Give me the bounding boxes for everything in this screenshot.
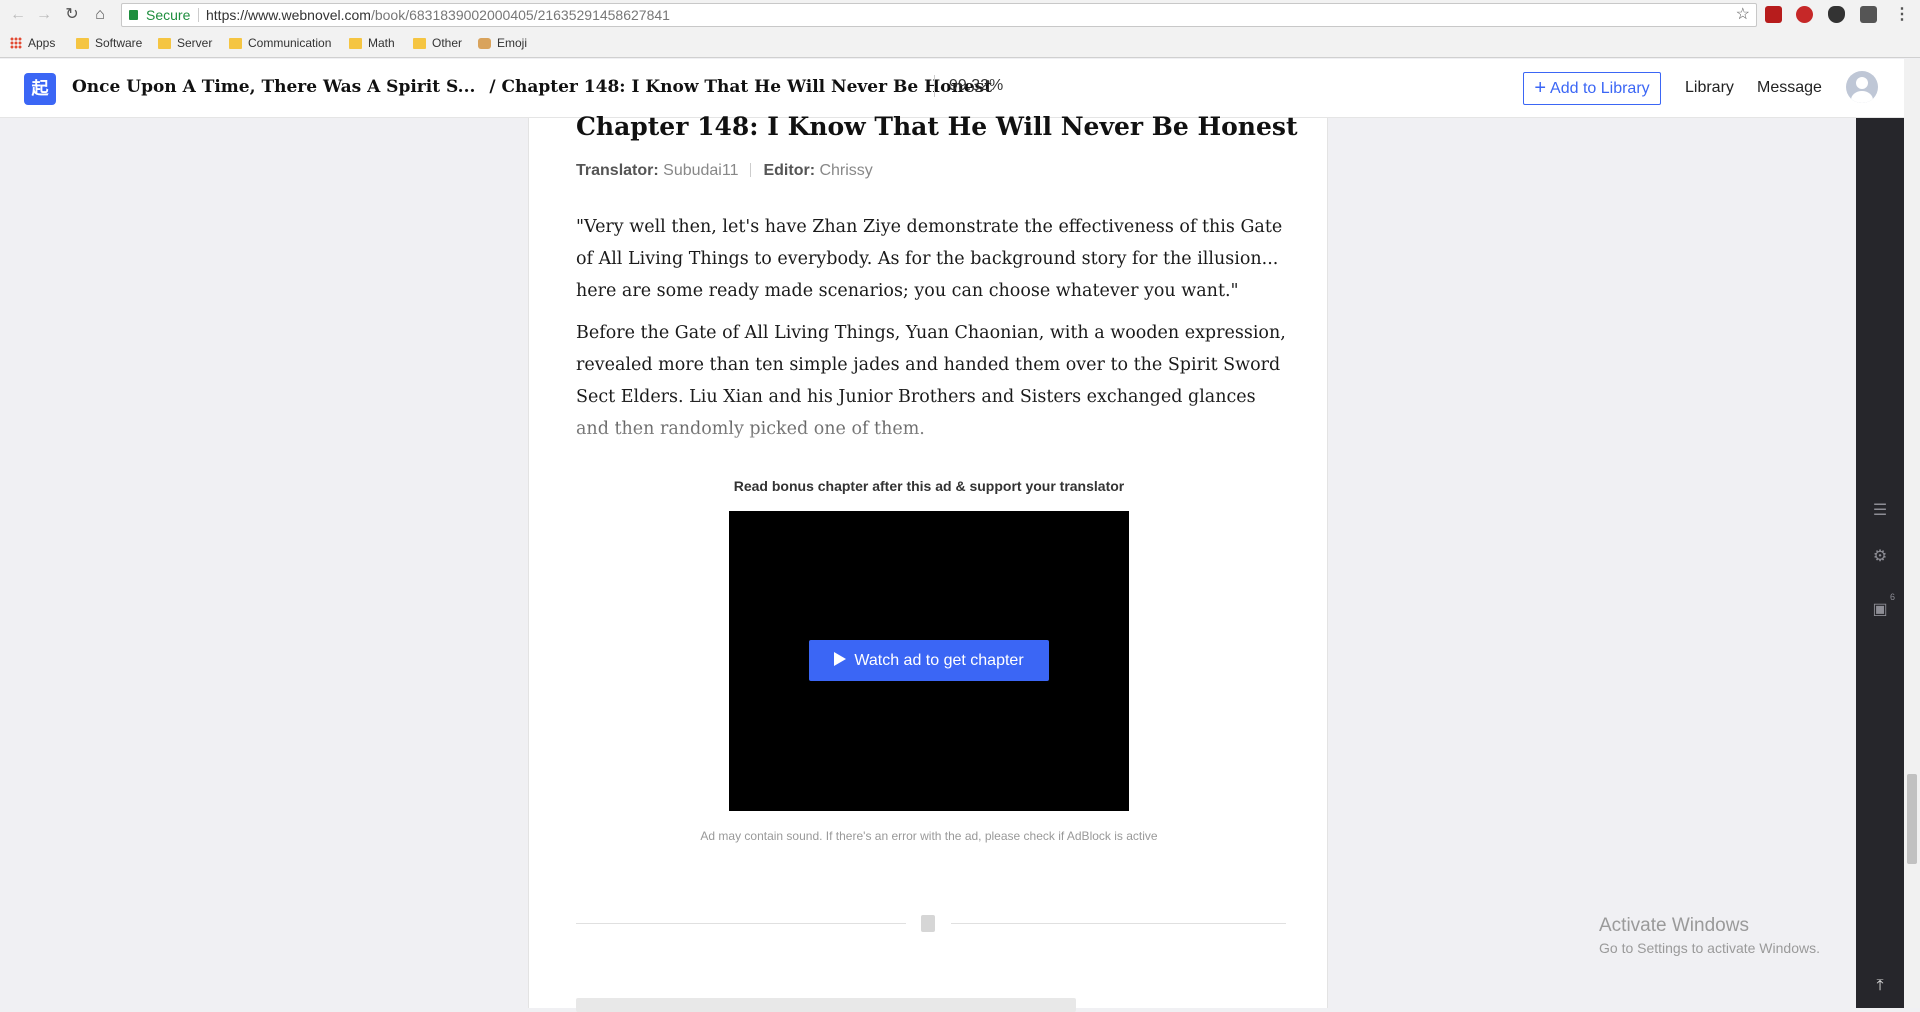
page-scrollbar[interactable] — [1904, 59, 1920, 1008]
chapter-divider-right — [951, 923, 1286, 924]
editor-label: Editor: — [763, 162, 816, 179]
header-title: Once Upon A Time, There Was A Spirit S..… — [72, 77, 992, 97]
reading-progress: 99.32% — [934, 75, 1003, 97]
bookmark-label: Other — [432, 36, 463, 50]
site-header: 起 Once Upon A Time, There Was A Spirit S… — [0, 59, 1920, 118]
bookmark-emoji[interactable]: Emoji — [478, 35, 527, 51]
std-extension-icon[interactable] — [1860, 6, 1877, 23]
watch-ad-button[interactable]: Watch ad to get chapter — [809, 640, 1049, 681]
back-to-top-icon[interactable]: ⤒ — [1870, 976, 1890, 996]
credits-divider — [750, 163, 752, 177]
browser-chrome: ← → ↻ ⌂ Secure https://www.webnovel.com/… — [0, 0, 1920, 58]
folder-icon — [413, 37, 426, 49]
watch-ad-label: Watch ad to get chapter — [854, 652, 1024, 669]
table-of-contents-icon[interactable]: ☰ — [1870, 501, 1890, 521]
omnibox-separator — [198, 8, 199, 22]
library-link[interactable]: Library — [1685, 79, 1734, 97]
ad-notice: Ad may contain sound. If there's an erro… — [700, 829, 1158, 843]
settings-gear-icon[interactable]: ⚙ — [1870, 547, 1890, 567]
bookmark-apps[interactable]: Apps — [10, 35, 55, 51]
bookmark-star-icon[interactable]: ☆ — [1736, 4, 1750, 26]
bookmark-server[interactable]: Server — [158, 35, 212, 51]
folder-icon — [158, 37, 171, 49]
translator-label: Translator: — [576, 162, 659, 179]
menu-kebab-icon[interactable]: ⋮ — [1892, 5, 1912, 25]
bookmark-communication[interactable]: Communication — [229, 35, 331, 51]
ad-label: Read bonus chapter after this ad & suppo… — [733, 478, 1125, 494]
url-text[interactable]: https://www.webnovel.com/book/6831839002… — [206, 4, 670, 26]
plus-icon: + — [1534, 77, 1547, 99]
ublock-icon[interactable] — [1765, 6, 1782, 23]
bookmark-page-icon[interactable]: ▣ — [1870, 600, 1890, 620]
url-host: https://www.webnovel.com — [206, 7, 371, 23]
apps-grid-icon — [10, 37, 22, 49]
bookmark-label: Software — [95, 36, 143, 50]
ad-video-player[interactable]: Watch ad to get chapter — [729, 511, 1129, 811]
lock-icon — [129, 10, 138, 20]
extension-p-icon[interactable] — [1796, 6, 1813, 23]
activate-windows-title: Activate Windows — [1599, 915, 1749, 936]
page-icon — [921, 915, 935, 932]
reload-icon[interactable]: ↻ — [62, 5, 82, 25]
next-chapter-title — [576, 998, 1076, 1012]
editor-name[interactable]: Chrissy — [819, 162, 872, 179]
book-title-link[interactable]: Once Upon A Time, There Was A Spirit S..… — [72, 77, 475, 97]
reader-tool-rail: ☰ ⚙ ▣ 6 ⤒ — [1856, 118, 1904, 1008]
activate-windows-subtitle: Go to Settings to activate Windows. — [1599, 940, 1820, 956]
user-avatar[interactable] — [1846, 71, 1878, 103]
folder-icon — [76, 37, 89, 49]
bookmark-label: Emoji — [497, 36, 528, 50]
bookmark-label: Apps — [28, 36, 56, 50]
add-to-library-label: Add to Library — [1550, 80, 1650, 97]
message-link[interactable]: Message — [1757, 79, 1822, 97]
translator-name[interactable]: Subudai11 — [663, 162, 738, 179]
bookmark-label: Communication — [248, 36, 332, 50]
back-icon[interactable]: ← — [8, 5, 28, 25]
folder-icon — [229, 37, 242, 49]
text-fade-overlay — [576, 398, 1286, 458]
chapter-title: / Chapter 148: I Know That He Will Never… — [489, 77, 993, 97]
chapter-content: Chapter 148: I Know That He Will Never B… — [528, 112, 1328, 1012]
secure-label: Secure — [146, 7, 191, 23]
url-path: /book/6831839002000405/21635291458627841 — [370, 7, 670, 23]
play-icon — [834, 652, 847, 666]
folder-icon — [349, 37, 362, 49]
scrollbar-thumb[interactable] — [1907, 774, 1917, 864]
chapter-divider-left — [576, 923, 906, 924]
home-icon[interactable]: ⌂ — [90, 5, 110, 25]
bookmark-label: Server — [177, 36, 213, 50]
add-to-library-button[interactable]: + Add to Library — [1523, 72, 1661, 105]
paragraph: "Very well then, let's have Zhan Ziye de… — [576, 217, 1283, 301]
bookmark-label: Math — [368, 36, 395, 50]
forward-icon[interactable]: → — [34, 5, 54, 25]
thumbs-up-icon — [478, 37, 491, 49]
webnovel-logo-icon[interactable]: 起 — [24, 73, 56, 105]
bookmark-math[interactable]: Math — [349, 35, 395, 51]
bookmarks-bar: Apps Software Server Communication Math … — [0, 31, 1920, 55]
chapter-credits: Translator: Subudai11 Editor: Chrissy — [576, 162, 873, 180]
shield-extension-icon[interactable] — [1828, 6, 1845, 23]
bookmark-count-badge: 6 — [1890, 592, 1896, 602]
address-bar[interactable]: Secure https://www.webnovel.com/book/683… — [121, 3, 1757, 27]
chapter-heading: Chapter 148: I Know That He Will Never B… — [576, 112, 1298, 141]
bookmark-software[interactable]: Software — [76, 35, 142, 51]
bookmark-other[interactable]: Other — [413, 35, 462, 51]
